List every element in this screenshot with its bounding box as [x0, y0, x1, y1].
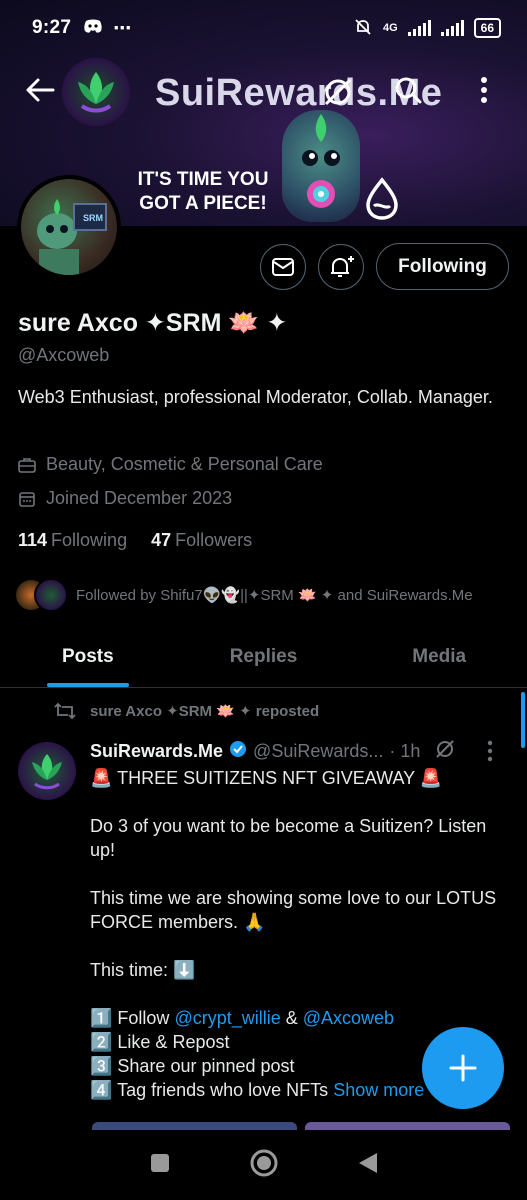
- tab-replies[interactable]: Replies: [176, 626, 352, 687]
- post-time: · 1h: [389, 741, 421, 761]
- repost-icon: [54, 702, 76, 720]
- circle-icon: [250, 1149, 277, 1176]
- show-more-link[interactable]: Show more: [333, 1080, 424, 1100]
- battery-indicator: 66: [473, 18, 501, 38]
- mascot-image: [282, 110, 360, 222]
- lotus-logo-icon: [32, 754, 62, 790]
- post-header: SuiRewards.Me @SuiRewards... · 1h: [90, 738, 456, 765]
- post-author-avatar[interactable]: [18, 742, 76, 800]
- display-name: sure Axco ✦SRM 🪷 ✦: [18, 309, 288, 337]
- followed-by-text: Followed by Shifu7👽👻||✦SRM 🪷 ✦ and SuiRe…: [76, 587, 473, 604]
- recents-button[interactable]: [149, 1152, 171, 1179]
- discord-icon: [83, 18, 103, 39]
- status-bar: 9:27 ⋯ 4G 66: [0, 0, 527, 56]
- more-options-button[interactable]: [464, 70, 504, 110]
- mail-icon: [272, 258, 294, 276]
- media-thumbnail[interactable]: [305, 1122, 510, 1130]
- followers-link[interactable]: 47 Followers: [151, 530, 252, 551]
- back-arrow-icon: [26, 78, 55, 102]
- signal-icon: [407, 20, 431, 36]
- avatar-screen-text: SRM: [83, 213, 103, 223]
- signal-icon-2: [440, 20, 464, 36]
- repost-indicator: sure Axco ✦SRM 🪷 ✦ reposted: [54, 702, 319, 720]
- tab-media[interactable]: Media: [351, 626, 527, 687]
- mention-link[interactable]: @Axcoweb: [303, 1008, 394, 1028]
- vertical-dots-icon: [487, 740, 493, 762]
- bell-plus-icon: [331, 256, 354, 277]
- followed-by-row[interactable]: Followed by Shifu7👽👻||✦SRM 🪷 ✦ and SuiRe…: [14, 578, 473, 612]
- triangle-back-icon: [358, 1152, 377, 1173]
- home-button[interactable]: [249, 1148, 279, 1183]
- mention-link[interactable]: @crypt_willie: [174, 1008, 280, 1028]
- follower-avatar: [34, 578, 68, 612]
- post-line: 🚨 THREE SUITIZENS NFT GIVEAWAY 🚨: [90, 768, 443, 788]
- square-icon: [150, 1153, 169, 1172]
- profile-avatar[interactable]: SRM: [17, 175, 121, 279]
- back-system-button[interactable]: [357, 1151, 379, 1180]
- system-nav-bar: [0, 1130, 527, 1200]
- tab-posts[interactable]: Posts: [0, 626, 176, 687]
- profile-joined: Joined December 2023: [18, 488, 232, 509]
- briefcase-icon: [18, 457, 36, 473]
- banner-tagline: IT'S TIME YOU GOT A PIECE!: [137, 169, 269, 214]
- search-button[interactable]: [388, 70, 428, 110]
- step1-prefix: 1️⃣ Follow: [90, 1008, 175, 1028]
- plus-icon: [449, 1054, 477, 1082]
- post-line: Do 3 of you want to be become a Suitizen…: [90, 816, 487, 860]
- more-notifications-icon: ⋯: [113, 17, 132, 38]
- vertical-dots-icon: [481, 77, 487, 103]
- follow-counts: 114 Following 47 Followers: [18, 530, 252, 551]
- following-count: 114: [18, 530, 48, 550]
- following-label: Following: [51, 530, 128, 550]
- followers-count: 47: [151, 530, 172, 550]
- following-link[interactable]: 114 Following: [18, 530, 127, 551]
- scroll-indicator: [521, 692, 525, 748]
- followers-label: Followers: [175, 530, 253, 550]
- grok-button[interactable]: [318, 72, 358, 112]
- profile-category: Beauty, Cosmetic & Personal Care: [18, 454, 323, 475]
- compose-button[interactable]: [422, 1027, 504, 1109]
- following-button[interactable]: Following: [376, 243, 509, 290]
- grok-icon[interactable]: [434, 738, 456, 765]
- post-media-preview[interactable]: [92, 1122, 510, 1130]
- network-label: 4G: [382, 22, 398, 34]
- sui-drop-icon: [362, 176, 402, 225]
- profile-handle: @Axcoweb: [18, 345, 110, 365]
- calendar-icon: [19, 491, 35, 507]
- post-line: This time: ⬇️: [90, 960, 196, 980]
- lotus-logo-icon: [62, 58, 130, 126]
- notifications-button[interactable]: [318, 244, 364, 290]
- search-icon: [395, 77, 422, 104]
- post-step-1: 1️⃣ Follow @crypt_willie & @Axcoweb: [90, 1006, 510, 1030]
- back-button[interactable]: [20, 70, 60, 110]
- media-thumbnail[interactable]: [92, 1122, 297, 1130]
- step4-text: 4️⃣ Tag friends who love NFTs: [90, 1080, 334, 1100]
- post-line: This time we are showing some love to ou…: [90, 888, 497, 932]
- message-button[interactable]: [260, 244, 306, 290]
- category-label: Beauty, Cosmetic & Personal Care: [46, 454, 323, 474]
- mute-bell-icon: [353, 17, 373, 40]
- profile-bio: Web3 Enthusiast, professional Moderator,…: [18, 387, 493, 407]
- status-time: 9:27: [32, 17, 72, 38]
- verified-icon: [229, 740, 247, 763]
- post-author-name[interactable]: SuiRewards.Me: [90, 741, 223, 762]
- post-more-button[interactable]: [486, 740, 494, 767]
- repost-label: sure Axco ✦SRM 🪷 ✦ reposted: [90, 703, 320, 720]
- post-author-handle[interactable]: @SuiRewards...: [253, 741, 383, 762]
- joined-label: Joined December 2023: [46, 488, 233, 508]
- grok-icon: [324, 78, 352, 106]
- profile-tabs: Posts Replies Media: [0, 626, 527, 688]
- step1-and: &: [280, 1008, 303, 1028]
